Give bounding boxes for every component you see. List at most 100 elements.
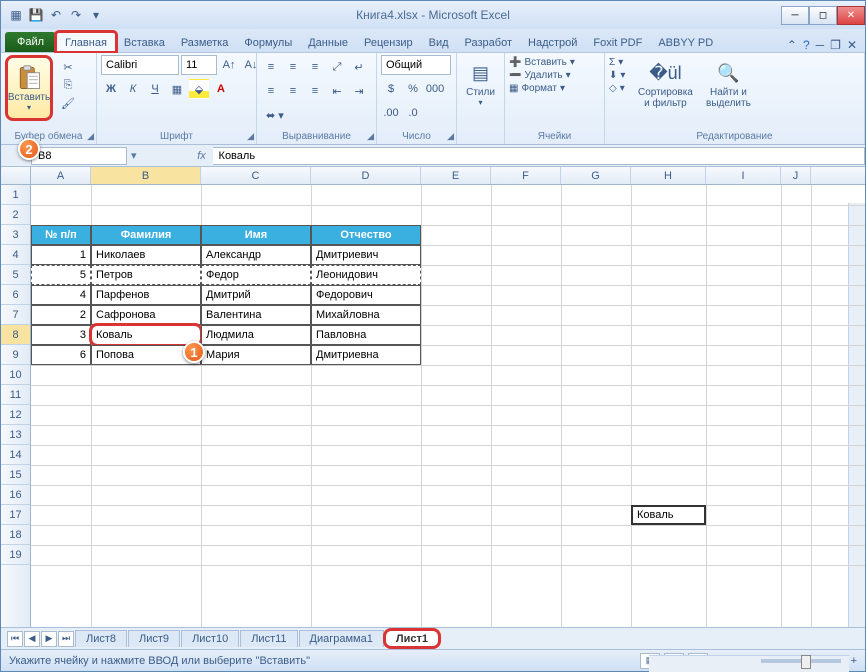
cell-C3[interactable]: Имя (201, 225, 311, 245)
mdi-restore-icon[interactable]: ❐ (830, 38, 841, 52)
zoom-slider[interactable] (761, 659, 841, 663)
close-button[interactable]: ✕ (837, 6, 865, 25)
clear-button[interactable]: ◇▾ (609, 83, 625, 94)
row-header-10[interactable]: 10 (1, 365, 30, 385)
cell-C6[interactable]: Дмитрий (201, 285, 311, 305)
number-format-select[interactable] (381, 55, 451, 75)
row-header-2[interactable]: 2 (1, 205, 30, 225)
help-icon[interactable]: ? (803, 38, 810, 52)
align-center-icon[interactable]: ≡ (283, 81, 303, 101)
format-painter-icon[interactable]: 🖌 (59, 95, 77, 111)
bold-button[interactable]: Ж (101, 79, 121, 99)
cut-icon[interactable]: ✂ (59, 59, 77, 75)
tab-review[interactable]: Рецензир (356, 33, 421, 52)
mdi-close-icon[interactable]: ✕ (847, 38, 857, 52)
cell-D5[interactable]: Леонидович (311, 265, 421, 285)
row-header-5[interactable]: 5 (1, 265, 30, 285)
cell-B3[interactable]: Фамилия (91, 225, 201, 245)
row-header-1[interactable]: 1 (1, 185, 30, 205)
qat-dropdown-icon[interactable]: ▾ (87, 6, 105, 24)
row-header-19[interactable]: 19 (1, 545, 30, 565)
sheet-nav-prev[interactable]: ◀ (24, 631, 40, 647)
col-header-J[interactable]: J (781, 167, 811, 184)
cell-B6[interactable]: Парфенов (91, 285, 201, 305)
tab-view[interactable]: Вид (421, 33, 457, 52)
fill-button[interactable]: ⬇▾ (609, 70, 625, 81)
col-header-E[interactable]: E (421, 167, 491, 184)
row-header-6[interactable]: 6 (1, 285, 30, 305)
row-header-11[interactable]: 11 (1, 385, 30, 405)
currency-icon[interactable]: $ (381, 79, 401, 99)
sort-filter-button[interactable]: �ül Сортировка и фильтр (633, 55, 697, 109)
indent-inc-icon[interactable]: ⇥ (349, 81, 369, 101)
floating-cell[interactable]: Коваль (631, 505, 706, 525)
row-header-8[interactable]: 8 (1, 325, 30, 345)
cell-A7[interactable]: 2 (31, 305, 91, 325)
col-header-B[interactable]: B (91, 167, 201, 184)
formula-input[interactable]: Коваль (213, 147, 865, 165)
cell-C5[interactable]: Федор (201, 265, 311, 285)
italic-button[interactable]: К (123, 79, 143, 99)
align-top-icon[interactable]: ≡ (261, 57, 281, 77)
namebox-dropdown-icon[interactable]: ▾ (127, 149, 141, 162)
comma-icon[interactable]: 000 (425, 79, 445, 99)
row-header-3[interactable]: 3 (1, 225, 30, 245)
find-select-button[interactable]: 🔍 Найти и выделить (699, 55, 757, 109)
cell-C7[interactable]: Валентина (201, 305, 311, 325)
cell-C9[interactable]: Мария (201, 345, 311, 365)
col-header-A[interactable]: A (31, 167, 91, 184)
number-launcher-icon[interactable]: ◢ (447, 131, 454, 142)
row-header-9[interactable]: 9 (1, 345, 30, 365)
tab-data[interactable]: Данные (300, 33, 356, 52)
mdi-minimize-icon[interactable]: ─ (816, 38, 825, 52)
cell-A6[interactable]: 4 (31, 285, 91, 305)
font-name-select[interactable] (101, 55, 179, 75)
sheet-nav-next[interactable]: ▶ (41, 631, 57, 647)
font-launcher-icon[interactable]: ◢ (247, 131, 254, 142)
col-header-F[interactable]: F (491, 167, 561, 184)
cell-B4[interactable]: Николаев (91, 245, 201, 265)
merge-button[interactable]: ⬌ ▾ (261, 105, 289, 125)
cell-D8[interactable]: Павловна (311, 325, 421, 345)
paste-button[interactable]: Вставить ▾ (5, 55, 53, 121)
percent-icon[interactable]: % (403, 79, 423, 99)
row-header-13[interactable]: 13 (1, 425, 30, 445)
col-header-C[interactable]: C (201, 167, 311, 184)
font-size-select[interactable] (181, 55, 217, 75)
sheet-tab-Диаграмма1[interactable]: Диаграмма1 (299, 630, 384, 647)
maximize-button[interactable]: ◻ (809, 6, 837, 25)
fill-color-button[interactable]: ⬙ (189, 79, 209, 99)
cells-area[interactable]: № п/пФамилияИмяОтчество1НиколаевАлександ… (31, 185, 865, 627)
sheet-tab-Лист9[interactable]: Лист9 (128, 630, 180, 647)
save-icon[interactable]: 💾 (27, 6, 45, 24)
cell-A3[interactable]: № п/п (31, 225, 91, 245)
align-left-icon[interactable]: ≡ (261, 81, 281, 101)
wrap-text-icon[interactable]: ↵ (349, 57, 369, 77)
zoom-in-button[interactable]: + (851, 655, 857, 667)
row-header-17[interactable]: 17 (1, 505, 30, 525)
tab-foxit[interactable]: Foxit PDF (585, 33, 650, 52)
row-header-15[interactable]: 15 (1, 465, 30, 485)
cells-delete-button[interactable]: ➖Удалить ▾ (509, 70, 575, 81)
align-bottom-icon[interactable]: ≡ (305, 57, 325, 77)
cell-D7[interactable]: Михайловна (311, 305, 421, 325)
grow-font-icon[interactable]: A↑ (219, 55, 239, 75)
redo-icon[interactable]: ↷ (67, 6, 85, 24)
row-header-12[interactable]: 12 (1, 405, 30, 425)
minimize-button[interactable]: ─ (781, 6, 809, 25)
cell-D9[interactable]: Дмитриевна (311, 345, 421, 365)
sheet-tab-Лист11[interactable]: Лист11 (240, 630, 297, 647)
ribbon-minimize-icon[interactable]: ⌃ (787, 38, 797, 52)
tab-addins[interactable]: Надстрой (520, 33, 585, 52)
align-right-icon[interactable]: ≡ (305, 81, 325, 101)
col-header-D[interactable]: D (311, 167, 421, 184)
tab-home[interactable]: Главная (56, 32, 116, 52)
indent-dec-icon[interactable]: ⇤ (327, 81, 347, 101)
align-middle-icon[interactable]: ≡ (283, 57, 303, 77)
sheet-nav-last[interactable]: ⏭ (58, 631, 74, 647)
tab-layout[interactable]: Разметка (173, 33, 237, 52)
name-box[interactable]: B8 (31, 147, 127, 165)
cell-C8[interactable]: Людмила (201, 325, 311, 345)
sheet-tab-Лист1[interactable]: Лист1 (385, 630, 439, 647)
cell-D6[interactable]: Федорович (311, 285, 421, 305)
